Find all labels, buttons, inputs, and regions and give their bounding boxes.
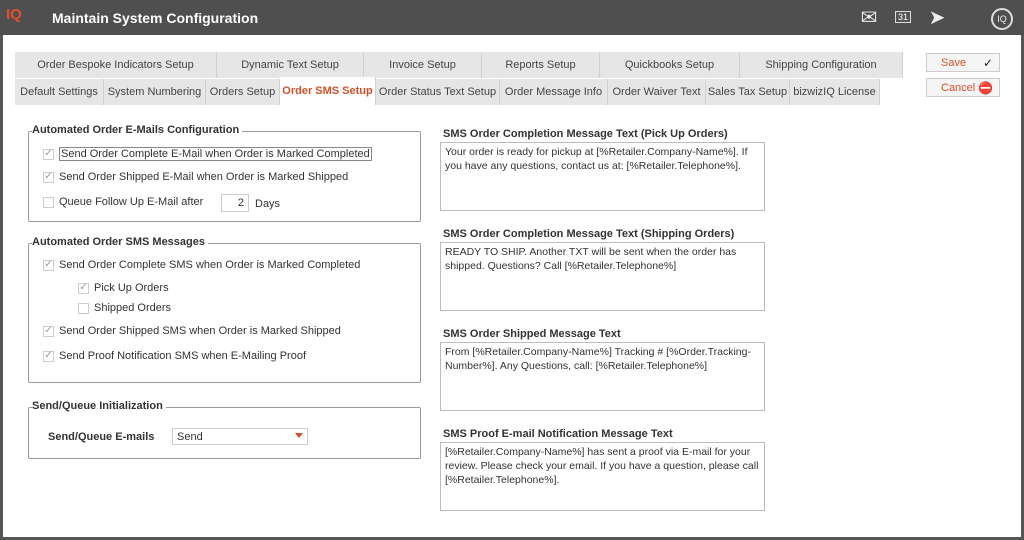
shipping-message-textarea[interactable]: READY TO SHIP. Another TXT will be sent … [440, 242, 765, 311]
checkbox-label: Pick Up Orders [94, 282, 169, 294]
group-title: Automated Order SMS Messages [32, 236, 208, 248]
calendar-home-icon[interactable]: 31 [890, 5, 916, 29]
window-title: Maintain System Configuration [52, 10, 259, 26]
checkbox[interactable] [43, 196, 54, 208]
tab-bizwiziq-license[interactable]: bizwizIQ License [790, 79, 880, 105]
checkbox-label: Send Order Shipped SMS when Order is Mar… [59, 325, 341, 337]
title-bar: IQ Maintain System Configuration ✉ 31 ➤ … [0, 0, 1024, 35]
save-button[interactable]: Save ✓ [926, 53, 1000, 72]
send-icon[interactable]: ➤ [924, 5, 950, 29]
checkbox-pick-up-orders[interactable]: ✓ Pick Up Orders [78, 282, 169, 294]
checkbox[interactable] [78, 302, 89, 314]
no-entry-icon: ⛔ [978, 80, 993, 95]
pickup-message-textarea[interactable]: Your order is ready for pickup at [%Reta… [440, 142, 765, 211]
group-title: Send/Queue Initialization [32, 400, 166, 412]
checkbox-label: Queue Follow Up E-Mail after [59, 196, 204, 208]
checkbox-label: Send Proof Notification SMS when E-Maili… [59, 350, 307, 362]
tab-orders-setup[interactable]: Orders Setup [206, 79, 280, 105]
checkbox-label: Shipped Orders [94, 302, 172, 314]
days-label: Days [255, 198, 281, 210]
tab-sales-tax-setup[interactable]: Sales Tax Setup [706, 79, 790, 105]
tab-shipping-configuration[interactable]: Shipping Configuration [740, 52, 903, 78]
tab-invoice-setup[interactable]: Invoice Setup [364, 52, 482, 78]
tab-order-bespoke-indicators-setup[interactable]: Order Bespoke Indicators Setup [15, 52, 217, 78]
shipped-message-label: SMS Order Shipped Message Text [443, 328, 621, 340]
tab-order-status-text-setup[interactable]: Order Status Text Setup [376, 79, 500, 105]
checkbox[interactable]: ✓ [43, 350, 54, 362]
checkbox-order-shipped-sms[interactable]: ✓ Send Order Shipped SMS when Order is Ma… [43, 325, 341, 337]
checkbox[interactable]: ✓ [43, 171, 54, 183]
checkbox[interactable]: ✓ [43, 148, 54, 160]
shipping-message-label: SMS Order Completion Message Text (Shipp… [443, 228, 735, 240]
pickup-message-label: SMS Order Completion Message Text (Pick … [443, 128, 728, 140]
checkbox-order-shipped-email[interactable]: ✓ Send Order Shipped E-Mail when Order is… [43, 171, 348, 183]
send-queue-select[interactable]: Send [172, 428, 308, 445]
checkbox-order-complete-sms[interactable]: ✓ Send Order Complete SMS when Order is M… [43, 259, 360, 271]
tab-dynamic-text-setup[interactable]: Dynamic Text Setup [217, 52, 364, 78]
checkbox-label: Send Order Shipped E-Mail when Order is … [59, 171, 349, 183]
proof-message-label: SMS Proof E-mail Notification Message Te… [443, 428, 673, 440]
cancel-label: Cancel [941, 81, 976, 94]
checkbox-label: Send Order Complete E-Mail when Order is… [59, 147, 372, 161]
group-title: Automated Order E-Mails Configuration [32, 124, 243, 136]
checkbox[interactable]: ✓ [78, 282, 89, 294]
days-input[interactable]: 2 [221, 194, 249, 212]
add-iq-icon[interactable]: IQ [991, 8, 1013, 30]
app-logo: IQ [6, 6, 22, 23]
checkbox-order-complete-email[interactable]: ✓ Send Order Complete E-Mail when Order i… [43, 147, 372, 161]
shipped-message-textarea[interactable]: From [%Retailer.Company-Name%] Tracking … [440, 342, 765, 411]
check-icon: ✓ [982, 55, 993, 70]
tab-order-sms-setup[interactable]: Order SMS Setup [280, 77, 376, 105]
tab-quickbooks-setup[interactable]: Quickbooks Setup [600, 52, 740, 78]
chevron-down-icon [295, 433, 303, 438]
checkbox-shipped-orders[interactable]: Shipped Orders [78, 302, 171, 314]
checkbox[interactable]: ✓ [43, 325, 54, 337]
tab-system-numbering[interactable]: System Numbering [104, 79, 206, 105]
save-label: Save [941, 56, 967, 69]
tab-order-message-info[interactable]: Order Message Info [500, 79, 608, 105]
send-queue-label: Send/Queue E-mails [48, 431, 155, 443]
tab-reports-setup[interactable]: Reports Setup [482, 52, 600, 78]
tab-order-waiver-text[interactable]: Order Waiver Text [608, 79, 706, 105]
proof-message-textarea[interactable]: [%Retailer.Company-Name%] has sent a pro… [440, 442, 765, 511]
checkbox-label: Send Order Complete SMS when Order is Ma… [59, 259, 361, 271]
cancel-button[interactable]: Cancel ⛔ [926, 78, 1000, 97]
tab-default-settings[interactable]: Default Settings [15, 79, 104, 105]
checkbox-queue-follow-up[interactable]: Queue Follow Up E-Mail after [43, 196, 203, 208]
email-icon[interactable]: ✉ [856, 5, 882, 29]
checkbox[interactable]: ✓ [43, 259, 54, 271]
calendar-day: 31 [894, 11, 911, 23]
select-value: Send [177, 431, 203, 443]
checkbox-proof-notification-sms[interactable]: ✓ Send Proof Notification SMS when E-Mail… [43, 350, 306, 362]
